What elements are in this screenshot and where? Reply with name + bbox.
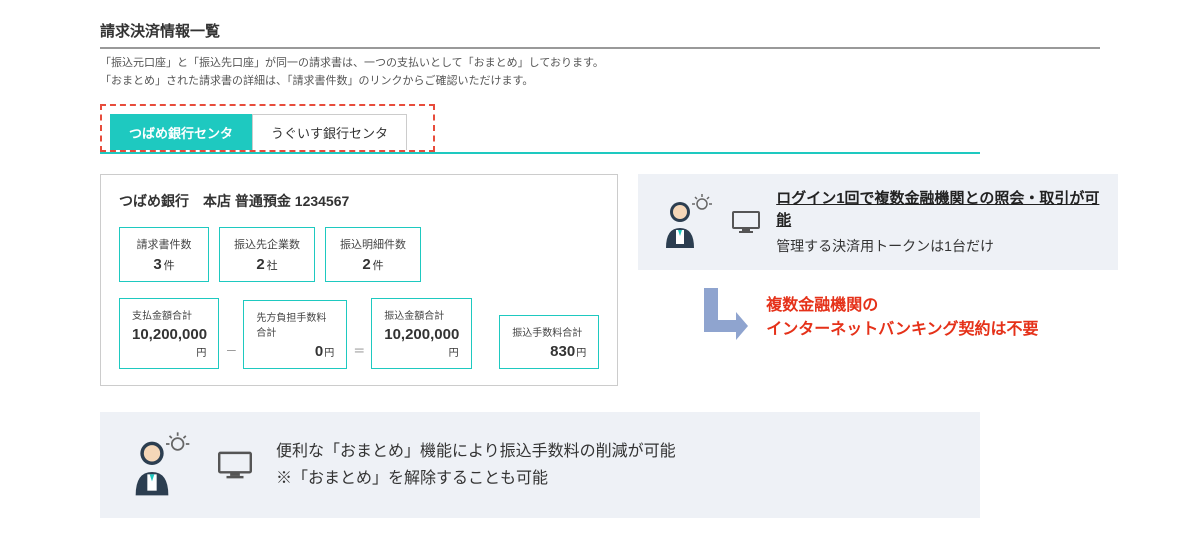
opp-fee-box: 先方負担手数料合計 0円: [243, 300, 347, 369]
stat-details-unit: 件: [373, 260, 384, 272]
red-note-line2: インターネットバンキング契約は不要: [766, 318, 1038, 342]
stat-details-value: 2件: [340, 256, 406, 273]
page-title: 請求決済情報一覧: [100, 20, 1100, 49]
fee-total-label: 振込手数料合計: [512, 324, 586, 339]
monitor-icon-2: [218, 451, 252, 479]
stat-requests-num: 3: [153, 256, 161, 273]
pay-total-box: 支払金額合計 10,200,000 円: [119, 298, 219, 369]
tab-row: つばめ銀行センタ うぐいす銀行センタ: [100, 104, 435, 152]
stat-requests-value: 3件: [134, 256, 194, 273]
callout-bottom: 便利な「おまとめ」機能により振込手数料の削減が可能 ※「おまとめ」を解除すること…: [100, 412, 980, 518]
person-idea-icon: [656, 192, 716, 252]
transfer-total-label: 振込金額合計: [384, 307, 458, 322]
callout-bottom-line2: ※「おまとめ」を解除することも可能: [276, 465, 676, 492]
pay-total-unit: 円: [196, 348, 206, 359]
stat-requests[interactable]: 請求書件数 3件: [119, 227, 209, 282]
person-idea-icon-2: [124, 430, 194, 500]
callout-right-headline: ログイン1回で複数金融機関との照会・取引が可能: [776, 188, 1100, 232]
callout-right-text: ログイン1回で複数金融機関との照会・取引が可能 管理する決済用トークンは1台だけ: [776, 188, 1100, 256]
tab-tsubame[interactable]: つばめ銀行センタ: [110, 114, 252, 150]
opp-fee-unit: 円: [324, 348, 334, 359]
stat-companies: 振込先企業数 2社: [219, 227, 315, 282]
callout-right-subline: 管理する決済用トークンは1台だけ: [776, 236, 1100, 256]
stat-companies-num: 2: [256, 256, 264, 273]
callout-bottom-text: 便利な「おまとめ」機能により振込手数料の削減が可能 ※「おまとめ」を解除すること…: [276, 438, 676, 492]
fee-total-unit: 円: [576, 348, 586, 359]
amount-row: 支払金額合計 10,200,000円 － 先方負担手数料合計 0円 ＝ 振込金額…: [119, 298, 599, 369]
stat-companies-unit: 社: [267, 260, 278, 272]
tab-uguisu[interactable]: うぐいす銀行センタ: [252, 114, 407, 150]
stat-requests-label: 請求書件数: [134, 236, 194, 252]
opp-fee-num: 0: [315, 343, 323, 360]
description-line1: 「振込元口座」と「振込先口座」が同一の請求書は、一つの支払いとして「おまとめ」し…: [100, 55, 1100, 73]
transfer-total-num: 10,200,000: [384, 326, 459, 343]
stat-details-label: 振込明細件数: [340, 236, 406, 252]
fee-total-num: 830: [550, 343, 575, 360]
fee-total-box: 振込手数料合計 830円: [499, 315, 599, 369]
transfer-total-box: 振込金額合計 10,200,000 円: [371, 298, 471, 369]
stat-details-num: 2: [362, 256, 370, 273]
fee-total-value: 830円: [512, 343, 586, 360]
account-card: つばめ銀行 本店 普通預金 1234567 請求書件数 3件 振込先企業数 2社…: [100, 174, 618, 386]
right-column: ログイン1回で複数金融機関との照会・取引が可能 管理する決済用トークンは1台だけ…: [638, 174, 1118, 348]
arrow-block: 複数金融機関の インターネットバンキング契約は不要: [698, 288, 1118, 348]
tab-underline: [100, 152, 980, 154]
pay-total-num: 10,200,000: [132, 326, 207, 343]
monitor-icon: [732, 211, 760, 233]
callout-bottom-line1: 便利な「おまとめ」機能により振込手数料の削減が可能: [276, 438, 676, 465]
arrow-down-right-icon: [698, 288, 748, 348]
stat-companies-label: 振込先企業数: [234, 236, 300, 252]
description-line2: 「おまとめ」された請求書の詳細は、「請求書件数」のリンクからご確認いただけます。: [100, 73, 1100, 91]
stat-row: 請求書件数 3件 振込先企業数 2社 振込明細件数 2件: [119, 227, 599, 282]
callout-right: ログイン1回で複数金融機関との照会・取引が可能 管理する決済用トークンは1台だけ: [638, 174, 1118, 270]
account-name: つばめ銀行 本店 普通預金 1234567: [119, 191, 599, 211]
page-description: 「振込元口座」と「振込先口座」が同一の請求書は、一つの支払いとして「おまとめ」し…: [100, 55, 1100, 90]
transfer-total-value: 10,200,000 円: [384, 326, 458, 360]
stat-companies-value: 2社: [234, 256, 300, 273]
red-note-line1: 複数金融機関の: [766, 294, 1038, 318]
opp-fee-label: 先方負担手数料合計: [256, 309, 334, 339]
red-note: 複数金融機関の インターネットバンキング契約は不要: [766, 294, 1038, 342]
stat-details: 振込明細件数 2件: [325, 227, 421, 282]
minus-sep: －: [225, 342, 237, 369]
eq-sep: ＝: [353, 342, 365, 369]
opp-fee-value: 0円: [256, 343, 334, 360]
stat-requests-unit: 件: [164, 260, 175, 272]
transfer-total-unit: 円: [449, 348, 459, 359]
pay-total-value: 10,200,000 円: [132, 326, 206, 360]
pay-total-label: 支払金額合計: [132, 307, 206, 322]
